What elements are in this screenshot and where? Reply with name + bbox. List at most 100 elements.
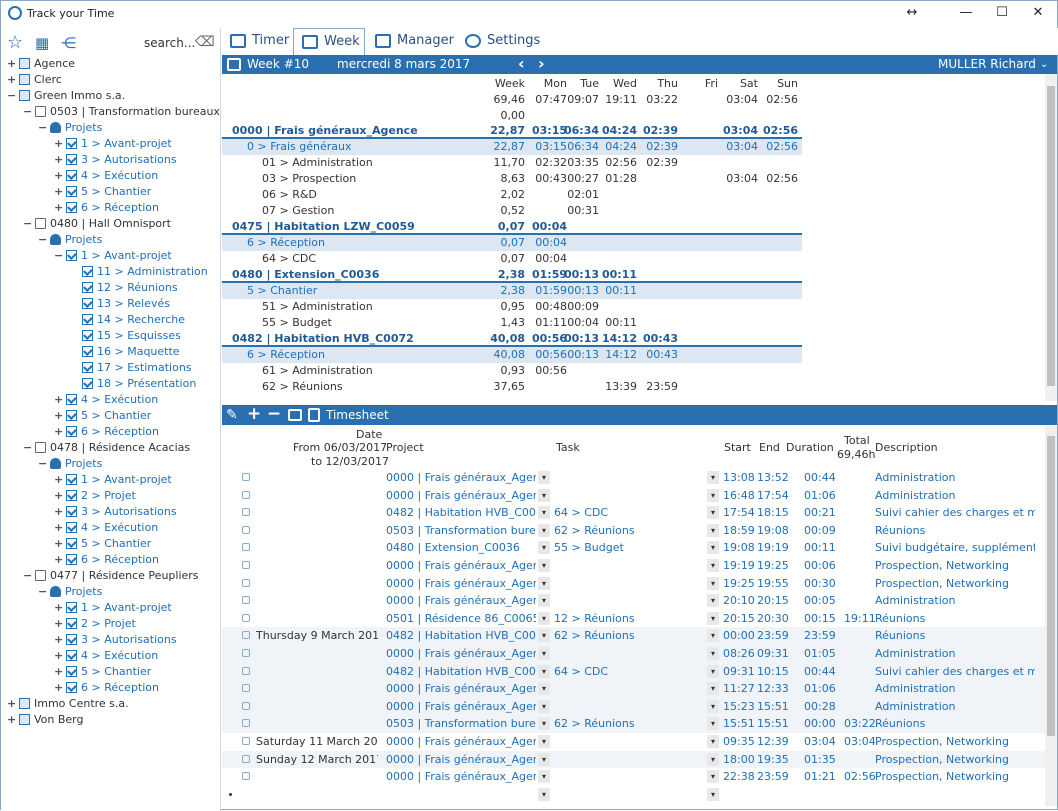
end-cell[interactable]: 12:33: [757, 680, 789, 697]
tree-item[interactable]: − 0478 | Résidence Acacias: [23, 440, 190, 456]
timesheet-row[interactable]: 0000 | Frais généraux_Agence 20:10 20:15 00…: [222, 592, 1045, 610]
project-cell[interactable]: 0000 | Frais généraux_Agence: [386, 645, 536, 662]
col-description[interactable]: Description: [875, 441, 938, 454]
duration-cell[interactable]: 01:05: [804, 645, 836, 662]
date-cell[interactable]: Thursday 9 March 2017: [256, 627, 378, 644]
edit-pencil-icon[interactable]: ✎: [226, 405, 238, 425]
week-row[interactable]: 0 > Frais généraux 22,87 03:15 06:34 04:24 02…: [222, 139, 802, 155]
duration-cell[interactable]: 00:09: [804, 522, 836, 539]
expand-toggle-icon[interactable]: +: [54, 520, 64, 536]
tree-item[interactable]: +4 > Exécution: [54, 392, 158, 408]
description-cell[interactable]: Prospection, Networking: [875, 751, 1035, 768]
week-row[interactable]: 62 > Réunions 37,65 13:39 23:59: [222, 379, 802, 395]
end-cell[interactable]: 17:54: [757, 487, 789, 504]
total-cell[interactable]: 02:56: [844, 768, 876, 785]
timesheet-row[interactable]: 0480 | Extension_C0036 55 > Budget 19:08 19…: [222, 539, 1045, 557]
project-dropdown-icon[interactable]: ▾: [538, 647, 550, 660]
expand-toggle-icon[interactable]: +: [54, 200, 64, 216]
week-row[interactable]: 6 > Réception 0,07 00:04: [222, 235, 802, 251]
task-dropdown-icon[interactable]: ▾: [707, 506, 719, 520]
duration-cell[interactable]: 00:05: [804, 592, 836, 609]
project-dropdown-icon[interactable]: ▾: [538, 682, 550, 696]
expand-toggle-icon[interactable]: −: [7, 88, 17, 104]
task-cell[interactable]: 64 > CDC: [554, 663, 704, 680]
end-cell[interactable]: 12:39: [757, 733, 789, 750]
description-cell[interactable]: Réunions: [875, 522, 1035, 539]
duration-cell[interactable]: 00:30: [804, 575, 836, 592]
lock-icon[interactable]: [242, 561, 250, 569]
pin-button[interactable]: ↔: [889, 1, 935, 27]
end-cell[interactable]: 19:25: [757, 557, 789, 574]
timesheet-row[interactable]: Thursday 9 March 2017 0482 | Habitation H…: [222, 627, 1045, 645]
week-row[interactable]: 0475 | Habitation LZW_C0059 0,07 00:04: [222, 219, 802, 235]
project-dropdown-icon[interactable]: ▾: [538, 488, 550, 502]
week-row[interactable]: 01 > Administration 11,70 02:32 03:35 02:56 0…: [222, 155, 802, 171]
task-cell[interactable]: 12 > Réunions: [554, 610, 704, 627]
tree-item[interactable]: +6 > Réception: [54, 424, 159, 440]
duration-cell[interactable]: 00:28: [804, 698, 836, 715]
tree-item[interactable]: 17 > Estimations: [70, 360, 192, 376]
tree-item[interactable]: 14 > Recherche: [70, 312, 185, 328]
timesheet-scroll-thumb[interactable]: [1047, 436, 1055, 736]
task-dropdown-icon[interactable]: ▾: [707, 752, 719, 766]
description-cell[interactable]: Prospection, Networking: [875, 733, 1035, 750]
week-row[interactable]: 5 > Chantier 2,38 01:59 00:13 00:11: [222, 283, 802, 299]
task-dropdown-icon[interactable]: ▾: [707, 541, 719, 555]
week-row[interactable]: 61 > Administration 0,93 00:56: [222, 363, 802, 379]
lock-icon[interactable]: [242, 666, 250, 675]
tree-item[interactable]: + Clerc: [7, 72, 62, 88]
start-cell[interactable]: 13:08: [723, 469, 755, 486]
week-row[interactable]: 07 > Gestion 0,52 00:31: [222, 203, 802, 219]
total-cell[interactable]: 03:04: [844, 733, 876, 750]
description-cell[interactable]: Réunions: [875, 627, 1035, 644]
tree-item[interactable]: +3 > Autorisations: [54, 504, 177, 520]
expand-toggle-icon[interactable]: +: [54, 408, 64, 424]
tree-item[interactable]: +6 > Réception: [54, 680, 159, 696]
lock-icon[interactable]: [242, 684, 250, 693]
project-cell[interactable]: 0000 | Frais généraux_Agence: [386, 557, 536, 574]
search-input[interactable]: search...: [144, 36, 195, 50]
lock-icon[interactable]: [242, 508, 250, 517]
lock-icon[interactable]: [242, 490, 250, 499]
description-cell[interactable]: Prospection, Networking: [875, 575, 1035, 592]
duration-cell[interactable]: 01:21: [804, 768, 836, 785]
task-dropdown-icon[interactable]: ▾: [707, 770, 719, 784]
task-dropdown-icon[interactable]: ▾: [707, 629, 719, 643]
expand-toggle-icon[interactable]: +: [54, 552, 64, 568]
tree-item[interactable]: + Immo Centre s.a.: [7, 696, 129, 712]
lock-icon[interactable]: [242, 754, 250, 763]
project-cell[interactable]: 0503 | Transformation bureau...: [386, 522, 536, 539]
start-cell[interactable]: 18:00: [723, 751, 755, 768]
project-cell[interactable]: 0000 | Frais généraux_Agence: [386, 768, 536, 785]
tree-item[interactable]: − 1 > Avant-projet: [54, 248, 172, 264]
timesheet-row[interactable]: 0503 | Transformation bureau... 62 > Réun…: [222, 522, 1045, 540]
expand-toggle-icon[interactable]: +: [54, 184, 64, 200]
total-cell[interactable]: 19:11: [844, 610, 876, 627]
lock-icon[interactable]: [242, 543, 250, 552]
week-row[interactable]: 55 > Budget 1,43 01:11 00:04 00:11: [222, 315, 802, 331]
description-cell[interactable]: Administration: [875, 680, 1035, 697]
task-dropdown-icon[interactable]: ▾: [707, 576, 719, 590]
description-cell[interactable]: Administration: [875, 645, 1035, 662]
duration-cell[interactable]: 00:11: [804, 539, 836, 556]
description-cell[interactable]: Administration: [875, 469, 1035, 486]
lock-icon[interactable]: [242, 525, 250, 534]
duration-cell[interactable]: 01:35: [804, 751, 836, 768]
expand-toggle-icon[interactable]: +: [54, 472, 64, 488]
tree-item[interactable]: +5 > Chantier: [54, 184, 151, 200]
end-cell[interactable]: 10:15: [757, 663, 789, 680]
project-dropdown-icon[interactable]: ▾: [538, 611, 550, 625]
duration-cell[interactable]: 00:00: [804, 715, 836, 732]
timesheet-row[interactable]: 0000 | Frais généraux_Agence 19:19 19:25 00…: [222, 557, 1045, 575]
start-cell[interactable]: 18:59: [723, 522, 755, 539]
timesheet-row[interactable]: 0000 | Frais généraux_Agence 19:25 19:55 00…: [222, 575, 1045, 593]
tree-item[interactable]: +5 > Chantier: [54, 664, 151, 680]
start-cell[interactable]: 00:00: [723, 627, 755, 644]
start-cell[interactable]: 19:08: [723, 539, 755, 556]
expand-toggle-icon[interactable]: −: [38, 584, 48, 600]
week-row[interactable]: 51 > Administration 0,95 00:48 00:09: [222, 299, 802, 315]
task-cell[interactable]: 62 > Réunions: [554, 627, 704, 644]
project-cell[interactable]: 0000 | Frais généraux_Agence: [386, 487, 536, 504]
project-cell[interactable]: 0482 | Habitation HVB_C0072: [386, 663, 536, 680]
week-row[interactable]: 0480 | Extension_C0036 2,38 01:59 00:13 00:1…: [222, 267, 802, 283]
